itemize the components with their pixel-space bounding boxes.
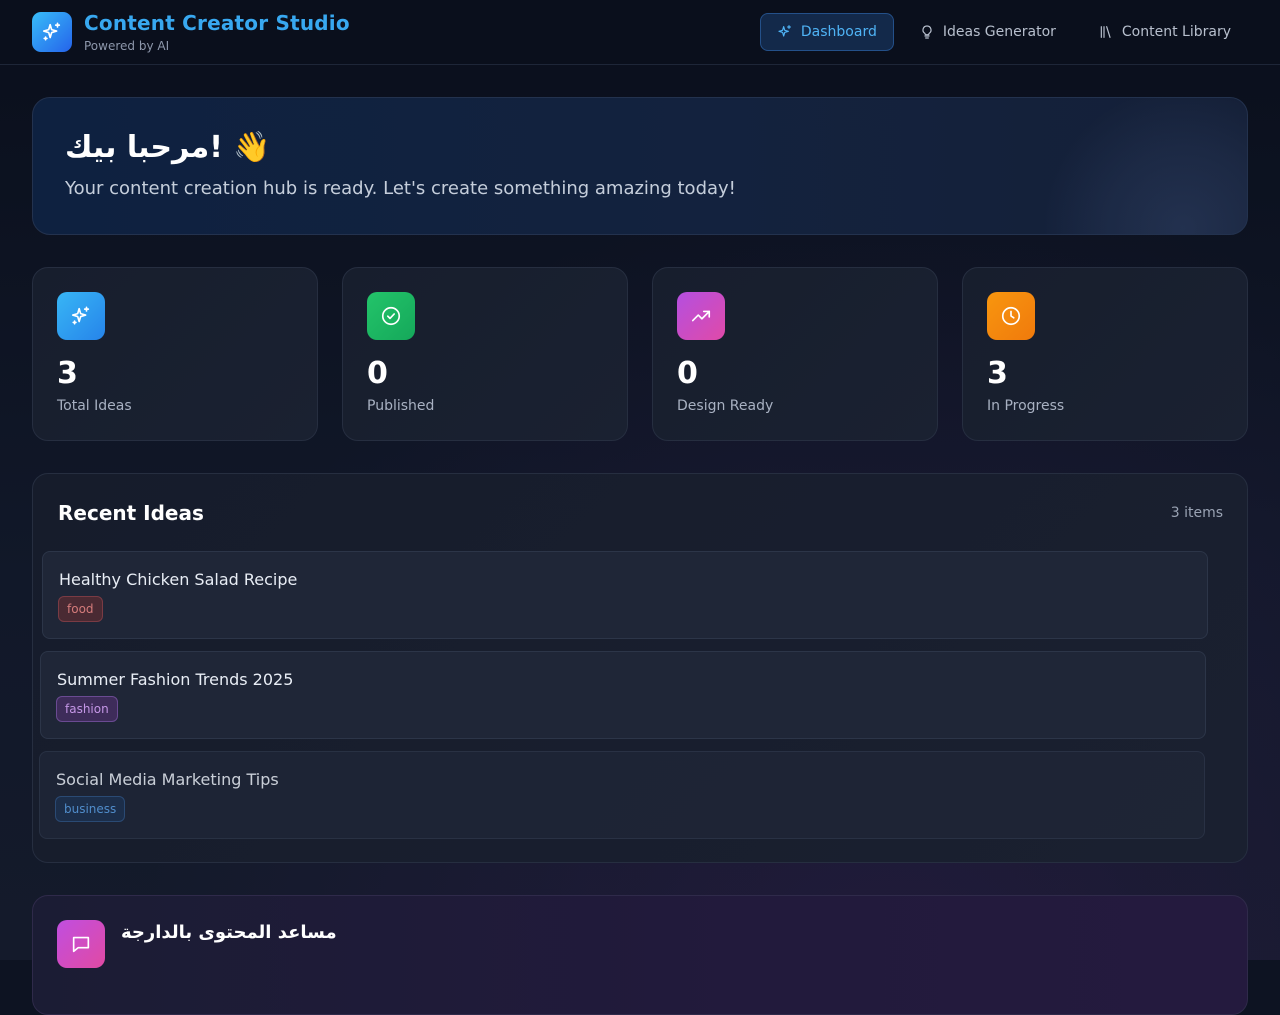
recent-ideas-panel: Recent Ideas 3 items Healthy Chicken Sal… <box>32 473 1248 863</box>
app-subtitle: Powered by AI <box>84 39 170 53</box>
idea-list-item[interactable]: Healthy Chicken Salad Recipe food <box>42 551 1208 639</box>
nav-ideas-generator-label: Ideas Generator <box>942 24 1056 40</box>
idea-category-tag: business <box>55 796 126 822</box>
nav-ideas-generator[interactable]: Ideas Generator <box>902 13 1073 51</box>
nav-dashboard[interactable]: Dashboard <box>759 13 894 51</box>
main-nav: Dashboard Ideas Generator Content Librar… <box>759 13 1248 51</box>
stat-card-in-progress: 3 In Progress <box>962 267 1248 441</box>
app-title: Content Creator Studio <box>84 11 350 35</box>
idea-list-item[interactable]: Summer Fashion Trends 2025 fashion <box>40 651 1206 739</box>
stat-card-total-ideas: 3 Total Ideas <box>32 267 318 441</box>
idea-title: Healthy Chicken Salad Recipe <box>59 570 298 589</box>
sparkles-icon <box>57 292 105 340</box>
stat-label: Published <box>367 398 435 414</box>
welcome-banner: مرحبا بيك! 👋 Your content creation hub i… <box>32 97 1248 235</box>
stat-label: Total Ideas <box>57 398 132 414</box>
stat-label: In Progress <box>987 398 1065 414</box>
nav-content-library[interactable]: Content Library <box>1081 13 1248 51</box>
sparkles-icon[interactable] <box>32 12 72 52</box>
stat-value: 0 <box>367 356 388 391</box>
stat-value: 3 <box>987 356 1008 391</box>
welcome-title: مرحبا بيك! 👋 <box>65 130 271 165</box>
clock-icon <box>987 292 1035 340</box>
idea-title: Social Media Marketing Tips <box>56 770 279 789</box>
nav-content-library-label: Content Library <box>1121 24 1231 40</box>
check-circle-icon <box>367 292 415 340</box>
stat-value: 3 <box>57 356 78 391</box>
chat-icon[interactable] <box>57 920 105 968</box>
sparkles-icon <box>778 25 791 37</box>
stat-label: Design Ready <box>677 398 774 414</box>
idea-title: Summer Fashion Trends 2025 <box>57 670 294 689</box>
library-icon <box>1100 26 1111 38</box>
stat-value: 0 <box>677 356 698 391</box>
assistant-title: مساعد المحتوى بالدارجة <box>121 922 337 943</box>
stat-card-design-ready: 0 Design Ready <box>652 267 938 441</box>
idea-category-tag: food <box>58 596 103 622</box>
lightbulb-icon <box>922 25 932 39</box>
nav-dashboard-label: Dashboard <box>800 24 877 40</box>
trending-up-icon <box>677 292 725 340</box>
app-header: Content Creator Studio Powered by AI Das… <box>0 0 1280 65</box>
idea-category-tag: fashion <box>56 696 118 722</box>
recent-ideas-count: 3 items <box>1170 505 1223 521</box>
recent-ideas-title: Recent Ideas <box>58 501 204 525</box>
stat-card-published: 0 Published <box>342 267 628 441</box>
darija-assistant-panel: مساعد المحتوى بالدارجة <box>32 895 1248 1015</box>
welcome-subtitle: Your content creation hub is ready. Let'… <box>65 178 736 199</box>
idea-list-item[interactable]: Social Media Marketing Tips business <box>39 751 1205 839</box>
